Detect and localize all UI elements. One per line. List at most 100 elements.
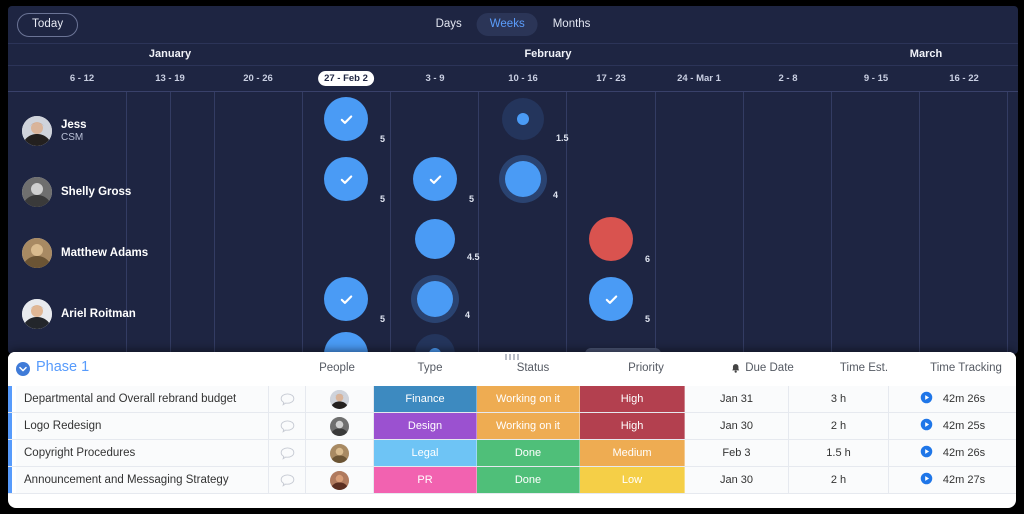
time-est-cell[interactable]: 3 h (789, 386, 889, 412)
view-option-weeks[interactable]: Weeks (476, 13, 538, 36)
person-cell[interactable] (306, 440, 374, 466)
week-label[interactable]: 10 - 16 (502, 71, 544, 86)
workload-bubble[interactable] (324, 97, 368, 141)
person-row[interactable]: Jess CSM (22, 116, 182, 146)
week-label[interactable]: 20 - 26 (237, 71, 279, 86)
time-tracking-cell[interactable]: 42m 25s (889, 413, 1016, 439)
workload-bubble[interactable] (417, 281, 453, 317)
play-icon[interactable] (920, 472, 933, 488)
priority-cell[interactable]: Low (580, 467, 685, 493)
table-row[interactable]: Announcement and Messaging Strategy PR Don… (8, 467, 1016, 494)
column-header-status[interactable]: Status (517, 362, 550, 374)
comment-bubble-icon[interactable] (269, 413, 306, 439)
panel-resize-handle[interactable] (505, 354, 519, 360)
collapse-group-icon[interactable] (16, 362, 30, 376)
week-label[interactable]: 13 - 19 (149, 71, 191, 86)
column-header-time-est[interactable]: Time Est. (840, 362, 888, 374)
priority-cell[interactable]: High (580, 386, 685, 412)
avatar (330, 443, 349, 463)
workload-bubble[interactable] (413, 157, 457, 201)
week-label[interactable]: 17 - 23 (590, 71, 632, 86)
row-color-accent (8, 413, 12, 439)
time-tracking-cell[interactable]: 42m 26s (889, 440, 1016, 466)
week-label[interactable]: 3 - 9 (419, 71, 450, 86)
workload-bubble[interactable] (415, 334, 455, 354)
status-cell[interactable]: Working on it (477, 386, 580, 412)
workload-bubble[interactable] (415, 219, 455, 259)
grid-line (743, 92, 744, 354)
person-row[interactable]: Ariel Roitman (22, 299, 182, 329)
status-cell[interactable]: Working on it (477, 413, 580, 439)
table-row[interactable]: Departmental and Overall rebrand budget F… (8, 386, 1016, 413)
time-est-cell[interactable]: 2 h (789, 467, 889, 493)
month-label: January (148, 48, 192, 60)
due-date-cell[interactable]: Jan 30 (685, 467, 789, 493)
task-name-cell[interactable]: Departmental and Overall rebrand budget (16, 386, 269, 412)
person-cell[interactable] (306, 467, 374, 493)
workload-bubble[interactable] (324, 332, 368, 354)
comment-bubble-icon[interactable] (269, 386, 306, 412)
time-tracking-cell[interactable]: 42m 26s (889, 386, 1016, 412)
person-cell[interactable] (306, 413, 374, 439)
bubble-value: 5 (469, 194, 475, 204)
grid-line (302, 92, 303, 354)
column-header-people[interactable]: People (319, 362, 355, 374)
column-header-priority[interactable]: Priority (628, 362, 664, 374)
workload-bubble[interactable] (589, 217, 633, 261)
column-header-time-tracking[interactable]: Time Tracking (930, 362, 1002, 374)
view-option-months[interactable]: Months (540, 13, 604, 36)
today-button[interactable]: Today (17, 13, 79, 37)
timeline-grid: Jess CSM Shelly Gross Matthew Adams Ariel Ro… (8, 92, 1018, 354)
workload-timeline-panel: Today Days Weeks Months January February Mar… (8, 6, 1018, 354)
task-name-cell[interactable]: Copyright Procedures (16, 440, 269, 466)
workload-bubble[interactable] (505, 161, 541, 197)
priority-cell[interactable]: Medium (580, 440, 685, 466)
week-label[interactable]: 6 - 12 (64, 71, 100, 86)
person-row[interactable]: Matthew Adams (22, 238, 182, 268)
workload-bubble[interactable] (589, 277, 633, 321)
play-icon[interactable] (920, 445, 933, 461)
week-label[interactable]: 24 - Mar 1 (671, 71, 727, 86)
type-cell[interactable]: Finance (374, 386, 477, 412)
time-tracking-cell[interactable]: 42m 27s (889, 467, 1016, 493)
week-label[interactable]: 16 - 22 (943, 71, 985, 86)
workload-bubble[interactable] (324, 277, 368, 321)
task-name-cell[interactable]: Logo Redesign (16, 413, 269, 439)
bubble-value: 5 (380, 314, 386, 324)
priority-cell[interactable]: High (580, 413, 685, 439)
grid-line (831, 92, 832, 354)
time-est-cell[interactable]: 1.5 h (789, 440, 889, 466)
row-color-accent (8, 440, 12, 466)
person-row[interactable]: Shelly Gross (22, 177, 182, 207)
due-date-cell[interactable]: Jan 30 (685, 413, 789, 439)
grid-line (919, 92, 920, 354)
table-row[interactable]: Logo Redesign Design Working on it High Jan … (8, 413, 1016, 440)
type-cell[interactable]: Legal (374, 440, 477, 466)
table-row[interactable]: Copyright Procedures Legal Done Medium Feb 3… (8, 440, 1016, 467)
type-cell[interactable]: Design (374, 413, 477, 439)
person-cell[interactable] (306, 386, 374, 412)
play-icon[interactable] (920, 391, 933, 407)
status-cell[interactable]: Done (477, 440, 580, 466)
column-header-type[interactable]: Type (418, 362, 443, 374)
view-option-days[interactable]: Days (423, 13, 475, 36)
comment-bubble-icon[interactable] (269, 467, 306, 493)
grid-line (566, 92, 567, 354)
week-label[interactable]: 2 - 8 (772, 71, 803, 86)
comment-bubble-icon[interactable] (269, 440, 306, 466)
column-header-due-date[interactable]: Due Date (730, 362, 794, 374)
type-cell[interactable]: PR (374, 467, 477, 493)
week-label-current[interactable]: 27 - Feb 2 (318, 71, 374, 86)
person-name: Ariel Roitman (61, 307, 136, 320)
time-est-cell[interactable]: 2 h (789, 413, 889, 439)
workload-bubble[interactable] (324, 157, 368, 201)
play-icon[interactable] (920, 418, 933, 434)
workload-bubble[interactable] (502, 98, 544, 140)
status-cell[interactable]: Done (477, 467, 580, 493)
task-name-cell[interactable]: Announcement and Messaging Strategy (16, 467, 269, 493)
column-header-label: People (319, 362, 355, 374)
board-rows: Departmental and Overall rebrand budget F… (8, 386, 1016, 494)
week-label[interactable]: 9 - 15 (858, 71, 894, 86)
due-date-cell[interactable]: Jan 31 (685, 386, 789, 412)
due-date-cell[interactable]: Feb 3 (685, 440, 789, 466)
